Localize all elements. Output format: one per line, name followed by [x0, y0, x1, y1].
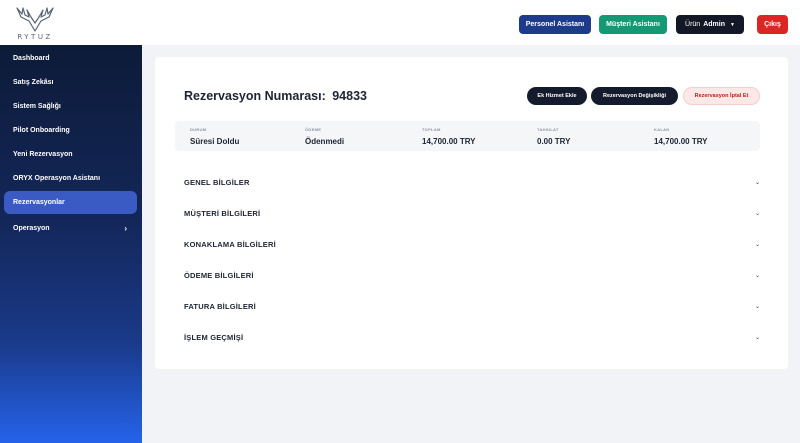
summary-label: TOPLAM	[422, 127, 441, 132]
sidebar-item-label: Rezervasyonlar	[13, 199, 65, 206]
sidebar-item-label: Yeni Rezervasyon	[13, 151, 73, 158]
sidebar-item-system-health[interactable]: Sistem Sağlığı	[4, 95, 137, 118]
customer-assistant-button[interactable]: Müşteri Asistanı	[599, 15, 667, 34]
sidebar-item-reservations[interactable]: Rezervasyonlar	[4, 191, 137, 214]
summary-value: Ödenmedi	[305, 137, 345, 146]
section-general-info[interactable]: GENEL BİLGİLER ⌄	[184, 173, 760, 195]
change-reservation-button[interactable]: Rezervasyon Değişikliği	[591, 87, 678, 105]
logout-button[interactable]: Çıkış	[757, 15, 788, 34]
section-title: FATURA BİLGİLERİ	[184, 302, 256, 311]
summary-label: DURUM	[190, 127, 207, 132]
chevron-down-icon: ⌄	[754, 242, 760, 248]
sidebar-item-new-reservation[interactable]: Yeni Rezervasyon	[4, 143, 137, 166]
sidebar-item-label: Satış Zekâsı	[13, 79, 54, 86]
chevron-down-icon: ⌄	[754, 335, 760, 341]
section-accommodation-info[interactable]: KONAKLAMA BİLGİLERİ ⌄	[184, 235, 760, 257]
user-menu-button[interactable]: Ürün Admin ▼	[676, 15, 744, 34]
personel-assistant-button[interactable]: Personel Asistanı	[519, 15, 591, 34]
reservation-detail-card: Rezervasyon Numarası: 94833 Ek Hizmet Ek…	[155, 57, 788, 369]
user-menu-prefix: Ürün	[685, 21, 701, 28]
reservation-title-prefix: Rezervasyon Numarası:	[184, 89, 326, 103]
section-title: KONAKLAMA BİLGİLERİ	[184, 240, 276, 249]
stag-logo-icon	[16, 7, 54, 32]
sidebar-item-dashboard[interactable]: Dashboard	[4, 47, 137, 70]
page-title: Rezervasyon Numarası: 94833	[184, 89, 367, 103]
summary-total: TOPLAM 14,700.00 TRY	[422, 127, 476, 146]
section-title: MÜŞTERİ BİLGİLERİ	[184, 209, 261, 218]
sidebar: Dashboard Satış Zekâsı Sistem Sağlığı Pi…	[0, 45, 142, 443]
chevron-right-icon: ›	[124, 224, 127, 233]
summary-label: ÖDEME	[305, 127, 322, 132]
chevron-down-icon: ▼	[730, 21, 735, 28]
sidebar-item-label: Sistem Sağlığı	[13, 103, 61, 110]
sidebar-item-label: Pilot Onboarding	[13, 127, 70, 134]
reservation-summary: DURUM Süresi Doldu ÖDEME Ödenmedi TOPLAM…	[175, 121, 760, 151]
section-invoice-info[interactable]: FATURA BİLGİLERİ ⌄	[184, 297, 760, 319]
summary-label: TAHSILAT	[537, 127, 559, 132]
sidebar-item-operations[interactable]: Operasyon ›	[4, 217, 137, 240]
brand-name: RYTUZ	[17, 33, 53, 41]
summary-value: 0.00 TRY	[537, 137, 571, 146]
chevron-down-icon: ⌄	[754, 211, 760, 217]
section-title: İŞLEM GEÇMİŞİ	[184, 333, 244, 342]
summary-label: KALAN	[654, 127, 670, 132]
section-title: GENEL BİLGİLER	[184, 178, 250, 187]
sidebar-item-label: Dashboard	[13, 55, 50, 62]
section-transaction-history[interactable]: İŞLEM GEÇMİŞİ ⌄	[184, 328, 760, 350]
brand-logo[interactable]: RYTUZ	[12, 5, 58, 43]
summary-value: 14,700.00 TRY	[422, 137, 476, 146]
summary-remaining: KALAN 14,700.00 TRY	[654, 127, 708, 146]
sidebar-item-pilot-onboarding[interactable]: Pilot Onboarding	[4, 119, 137, 142]
sidebar-item-sales-intelligence[interactable]: Satış Zekâsı	[4, 71, 137, 94]
sidebar-item-oryx-assistant[interactable]: ORYX Operasyon Asistanı	[4, 167, 137, 190]
add-extra-service-button[interactable]: Ek Hizmet Ekle	[527, 87, 587, 105]
sidebar-item-label: Operasyon	[13, 225, 50, 232]
summary-status: DURUM Süresi Doldu	[190, 127, 239, 146]
summary-value: 14,700.00 TRY	[654, 137, 708, 146]
chevron-down-icon: ⌄	[754, 180, 760, 186]
top-bar: RYTUZ Personel Asistanı Müşteri Asistanı…	[0, 0, 800, 45]
summary-collected: TAHSILAT 0.00 TRY	[537, 127, 571, 146]
user-menu-name: Admin	[703, 21, 725, 28]
summary-payment: ÖDEME Ödenmedi	[305, 127, 344, 146]
sidebar-item-label: ORYX Operasyon Asistanı	[13, 175, 101, 182]
summary-value: Süresi Doldu	[190, 137, 240, 146]
section-title: ÖDEME BİLGİLERİ	[184, 271, 254, 280]
cancel-reservation-button[interactable]: Rezervasyon İptal Et	[683, 87, 760, 105]
section-payment-info[interactable]: ÖDEME BİLGİLERİ ⌄	[184, 266, 760, 288]
chevron-down-icon: ⌄	[754, 273, 760, 279]
reservation-number: 94833	[332, 89, 367, 103]
chevron-down-icon: ⌄	[754, 304, 760, 310]
section-customer-info[interactable]: MÜŞTERİ BİLGİLERİ ⌄	[184, 204, 760, 226]
